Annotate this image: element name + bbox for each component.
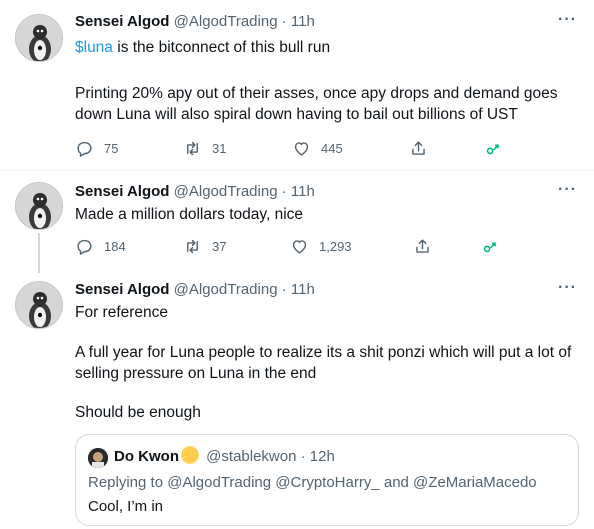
reply-icon: [77, 239, 92, 255]
share-icon: [416, 239, 429, 253]
avatar[interactable]: [15, 182, 63, 230]
retweet-count: 37: [212, 239, 227, 254]
analytics-icon: [483, 242, 496, 253]
timestamp[interactable]: 12h: [310, 448, 335, 465]
tweet-2[interactable]: Sensei Algod @AlgodTrading · 11h ··· Mad…: [0, 171, 594, 273]
timestamp[interactable]: 11h: [291, 13, 315, 30]
action-bar: 184 37 1,293: [75, 237, 505, 257]
more-icon[interactable]: ···: [558, 180, 577, 200]
more-icon[interactable]: ···: [558, 10, 577, 30]
verified-sun-emoji: [182, 447, 198, 463]
reply-icon: [77, 141, 92, 157]
author-name[interactable]: Sensei Algod: [75, 13, 169, 30]
replying-to-line: Replying to @AlgodTrading @CryptoHarry_ …: [88, 474, 537, 491]
avatar[interactable]: [15, 281, 63, 329]
author-handle[interactable]: @stablekwon: [206, 448, 296, 465]
author-handle[interactable]: @AlgodTrading: [174, 183, 278, 200]
like-count: 445: [321, 141, 343, 156]
author-name[interactable]: Sensei Algod: [75, 183, 169, 200]
analytics-button[interactable]: [483, 139, 502, 158]
share-icon: [412, 141, 425, 155]
tweet-text: For reference: [75, 304, 169, 321]
tweet-text-paragraph: Printing 20% apy out of their asses, onc…: [75, 85, 558, 123]
like-button[interactable]: 445: [292, 139, 343, 158]
retweet-button[interactable]: 37: [183, 237, 226, 256]
reply-count: 75: [104, 141, 119, 156]
share-button[interactable]: [413, 237, 432, 256]
author-name[interactable]: Do Kwon: [114, 448, 179, 465]
reply-button[interactable]: 184: [75, 237, 126, 256]
reply-button[interactable]: 75: [75, 139, 118, 158]
reply-count: 184: [104, 239, 126, 254]
retweet-count: 31: [212, 141, 227, 156]
share-button[interactable]: [409, 139, 428, 158]
cashtag-link[interactable]: $luna: [75, 39, 113, 56]
avatar[interactable]: [88, 448, 108, 468]
analytics-icon: [486, 144, 499, 155]
tweet-header: Sensei Algod @AlgodTrading · 11h: [75, 182, 315, 202]
penguin-avatar-image: [16, 15, 62, 61]
tweet-text-line: is the bitconnect of this bull run: [112, 39, 331, 56]
tweet-text-paragraph: A full year for Luna people to realize i…: [75, 344, 572, 382]
action-bar: 75 31 445: [75, 139, 505, 159]
analytics-button[interactable]: [480, 237, 499, 256]
separator-dot: ·: [281, 281, 287, 298]
timestamp[interactable]: 11h: [291, 281, 315, 298]
author-handle[interactable]: @AlgodTrading: [174, 13, 278, 30]
retweet-icon: [187, 239, 198, 254]
avatar[interactable]: [15, 14, 63, 62]
tweet-1[interactable]: Sensei Algod @AlgodTrading · 11h ··· $lu…: [0, 0, 594, 170]
quoted-tweet-text: Cool, I’m in: [88, 498, 164, 515]
like-icon: [292, 240, 307, 254]
author-handle[interactable]: @AlgodTrading: [174, 281, 278, 298]
quoted-tweet-card[interactable]: Do Kwon @stablekwon · 12h Replying to @A…: [75, 434, 579, 526]
more-icon[interactable]: ···: [558, 278, 577, 298]
thread-connector-line: [38, 233, 40, 273]
retweet-icon: [187, 141, 198, 156]
separator-dot: ·: [281, 183, 287, 200]
separator-dot: ·: [281, 13, 287, 30]
tweet-text: $luna is the bitconnect of this bull run: [75, 37, 585, 58]
separator-dot: ·: [300, 448, 306, 465]
like-button[interactable]: 1,293: [290, 237, 352, 256]
tweet-text-paragraph: Should be enough: [75, 404, 201, 421]
profile-photo-image: [88, 448, 108, 468]
tweet-text: Made a million dollars today, nice: [75, 206, 304, 223]
tweet-header: Sensei Algod @AlgodTrading · 11h: [75, 280, 315, 300]
quoted-tweet-header: Do Kwon @stablekwon · 12h: [114, 447, 335, 467]
penguin-avatar-image: [16, 282, 62, 328]
author-name[interactable]: Sensei Algod: [75, 281, 169, 298]
penguin-avatar-image: [16, 183, 62, 229]
like-count: 1,293: [319, 239, 352, 254]
tweet-header: Sensei Algod @AlgodTrading · 11h: [75, 12, 315, 32]
retweet-button[interactable]: 31: [183, 139, 226, 158]
timestamp[interactable]: 11h: [291, 183, 315, 200]
like-icon: [294, 142, 309, 156]
